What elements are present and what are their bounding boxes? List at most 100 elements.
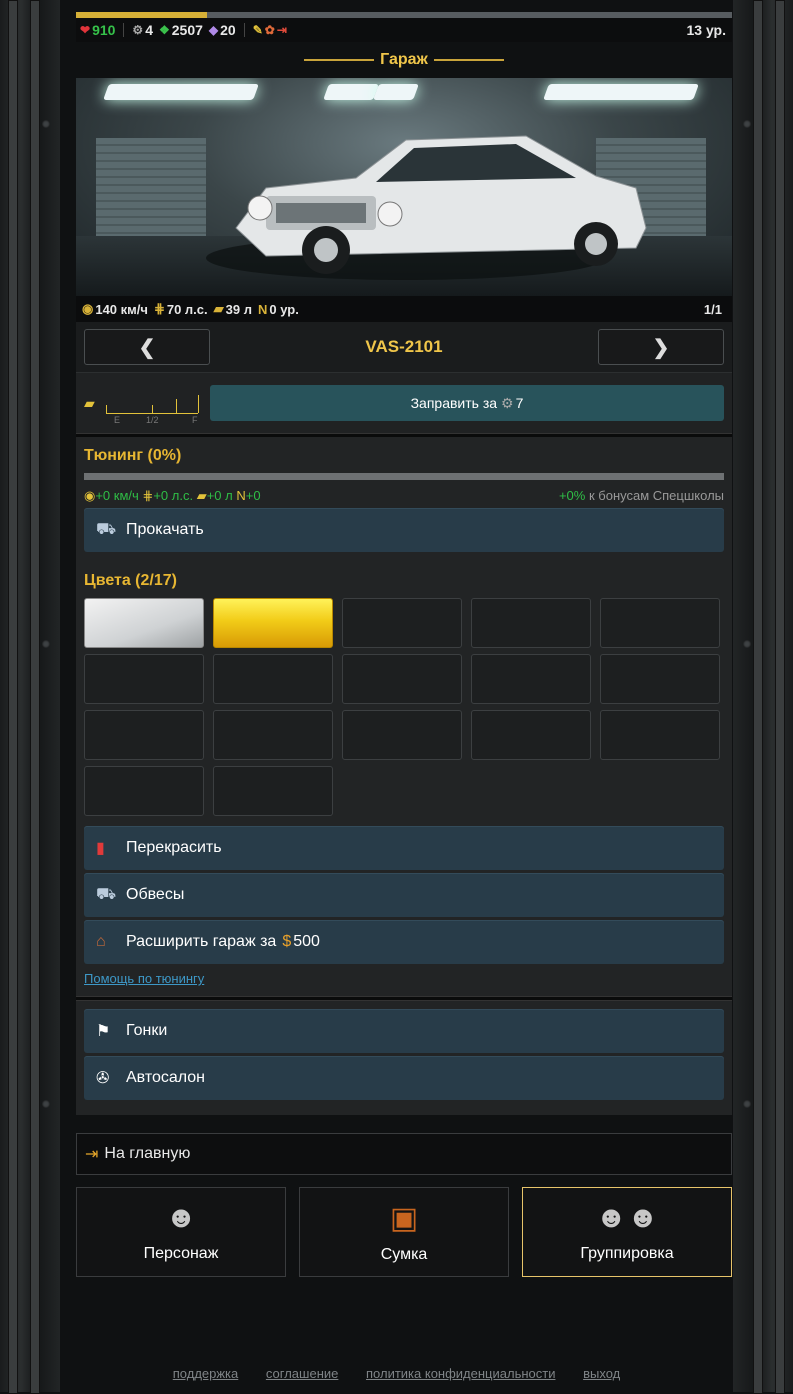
color-swatch-silver[interactable]: [84, 598, 204, 648]
main-column: ❤ 910 ⚙ 4 ❖ 2507 ◆ 20 ✎ ✿ ⇥ 13 ур. Гараж: [76, 12, 732, 1277]
bodykits-button[interactable]: ⛟ Обвесы: [84, 873, 724, 917]
color-grid: [84, 598, 724, 816]
garage-icon: ⌂: [96, 933, 106, 950]
fuel-level-marker: [176, 399, 177, 413]
car-nav: ❮ VAS-2101 ❯: [76, 322, 732, 372]
heart-icon: ❤: [80, 23, 91, 37]
fuel-row: ▰ E 1/2 F Заправить за ⚙ 7: [76, 372, 732, 433]
car-page-counter: 1/1: [703, 301, 722, 317]
exit-door-icon: ⇥: [85, 1146, 99, 1163]
gear-icon: ⚙: [501, 394, 514, 411]
fuel-can-icon: ▰: [84, 395, 95, 411]
tuning-title: Тюнинг (0%): [84, 447, 182, 464]
upgrade-button[interactable]: ⛟ Прокачать: [84, 508, 724, 552]
fuel-tick: [152, 405, 153, 413]
agreement-link[interactable]: соглашение: [266, 1366, 338, 1381]
dealer-label: Автосалон: [126, 1069, 206, 1086]
color-swatch-empty[interactable]: [600, 598, 720, 648]
title-line-right: [433, 59, 504, 61]
nitro-icon: N: [257, 301, 268, 317]
color-swatch-empty[interactable]: [471, 598, 591, 648]
level-text: 13 ур.: [686, 22, 726, 38]
bottom-nav: ☻ Персонаж ▣ Сумка ☻☻ Группировка: [76, 1187, 732, 1277]
color-swatch-empty[interactable]: [84, 654, 204, 704]
cash-value: 2507: [171, 22, 203, 38]
refuel-button[interactable]: Заправить за ⚙ 7: [210, 385, 724, 421]
bodykit-car-icon: ⛟: [96, 886, 117, 903]
color-swatch-empty[interactable]: [342, 654, 462, 704]
quest-icon[interactable]: ✎: [253, 23, 263, 37]
color-swatch-empty[interactable]: [84, 766, 204, 816]
tune-nitro: +0: [245, 488, 261, 503]
separator: [123, 23, 125, 37]
repaint-button[interactable]: ▮ Перекрасить: [84, 826, 724, 870]
crystals-value: 20: [220, 22, 236, 38]
links-panel: ⚑ Гонки ✇ Автосалон: [76, 1000, 732, 1115]
wheel-icon: ✇: [96, 1070, 110, 1087]
fuel-can-icon: ▰: [213, 301, 224, 316]
fuel-can-icon: ▰: [196, 488, 207, 503]
fuel-label-f: F: [192, 415, 198, 425]
color-swatch-empty[interactable]: [600, 710, 720, 760]
speed-icon: ◉: [82, 301, 94, 316]
support-link[interactable]: поддержка: [173, 1366, 239, 1381]
tab-bag[interactable]: ▣ Сумка: [299, 1187, 509, 1277]
tune-fuel: +0 л: [206, 488, 233, 503]
nitro-value: 0 ур.: [269, 301, 299, 317]
color-swatch-empty[interactable]: [84, 710, 204, 760]
car-illustration: [206, 135, 647, 280]
hp-value: 910: [92, 22, 116, 38]
right-ornament: [733, 0, 793, 1394]
logout-link[interactable]: выход: [583, 1366, 620, 1381]
character-icon: ☻: [165, 1201, 197, 1234]
speed-icon: ◉: [84, 488, 96, 503]
gift-icon[interactable]: ✿: [265, 23, 275, 37]
exit-door-icon[interactable]: ⇥: [277, 23, 287, 37]
color-swatch-empty[interactable]: [471, 654, 591, 704]
car-panel: ❮ VAS-2101 ❯ ▰ E 1/2 F Заправить за ⚙ 7: [76, 322, 732, 433]
tab-character[interactable]: ☻ Персонаж: [76, 1187, 286, 1277]
prev-car-button[interactable]: ❮: [84, 329, 210, 365]
dealer-button[interactable]: ✇ Автосалон: [84, 1056, 724, 1100]
home-link[interactable]: ⇥ На главную: [76, 1133, 732, 1175]
fuel-label-half: 1/2: [146, 415, 159, 425]
color-swatch-empty[interactable]: [213, 654, 333, 704]
privacy-link[interactable]: политика конфиденциальности: [366, 1366, 555, 1381]
spray-can-icon: ▮: [96, 840, 105, 857]
fuel-label-e: E: [114, 415, 121, 425]
color-swatch-empty[interactable]: [600, 654, 720, 704]
page-title: Гараж: [380, 51, 428, 68]
tuning-bonus-row: ◉+0 км/ч ⋕+0 л.с. ▰+0 л N+0 +0% к бонуса…: [84, 488, 724, 504]
upgrade-label: Прокачать: [126, 521, 204, 538]
car-name: VAS-2101: [365, 337, 443, 356]
tuning-help-link[interactable]: Помощь по тюнингу: [84, 967, 724, 992]
stats-bar: ❤ 910 ⚙ 4 ❖ 2507 ◆ 20 ✎ ✿ ⇥ 13 ур.: [76, 18, 732, 42]
fuel-value: 39 л: [225, 301, 252, 317]
color-swatch-empty[interactable]: [342, 710, 462, 760]
footer-links: поддержка соглашение политика конфиденци…: [0, 1366, 793, 1381]
expand-cost: 500: [293, 933, 320, 950]
power-icon: ⋕: [153, 301, 165, 316]
races-button[interactable]: ⚑ Гонки: [84, 1009, 724, 1053]
next-car-button[interactable]: ❯: [598, 329, 724, 365]
tab-gang[interactable]: ☻☻ Группировка: [522, 1187, 732, 1277]
left-ornament: [0, 0, 60, 1394]
page-title-bar: Гараж: [76, 42, 732, 78]
chevron-left-icon: ❮: [138, 336, 156, 359]
fuel-tick: [106, 405, 107, 413]
expand-garage-button[interactable]: ⌂ Расширить гараж за $ 500: [84, 920, 724, 964]
crystal-icon: ◆: [208, 23, 219, 37]
gears-value: 4: [145, 22, 153, 38]
color-swatch-empty[interactable]: [342, 598, 462, 648]
tune-speed: +0 км/ч: [95, 488, 139, 503]
cash-icon: ❖: [158, 23, 170, 37]
color-swatch-empty[interactable]: [213, 766, 333, 816]
color-swatch-gold[interactable]: [213, 598, 333, 648]
fuel-tick: [198, 395, 199, 413]
fuel-gauge: ▰ E 1/2 F: [84, 381, 204, 425]
tune-power: +0 л.с.: [153, 488, 194, 503]
expand-label: Расширить гараж за: [126, 933, 277, 950]
color-swatch-empty[interactable]: [471, 710, 591, 760]
home-label: На главную: [104, 1145, 191, 1162]
color-swatch-empty[interactable]: [213, 710, 333, 760]
